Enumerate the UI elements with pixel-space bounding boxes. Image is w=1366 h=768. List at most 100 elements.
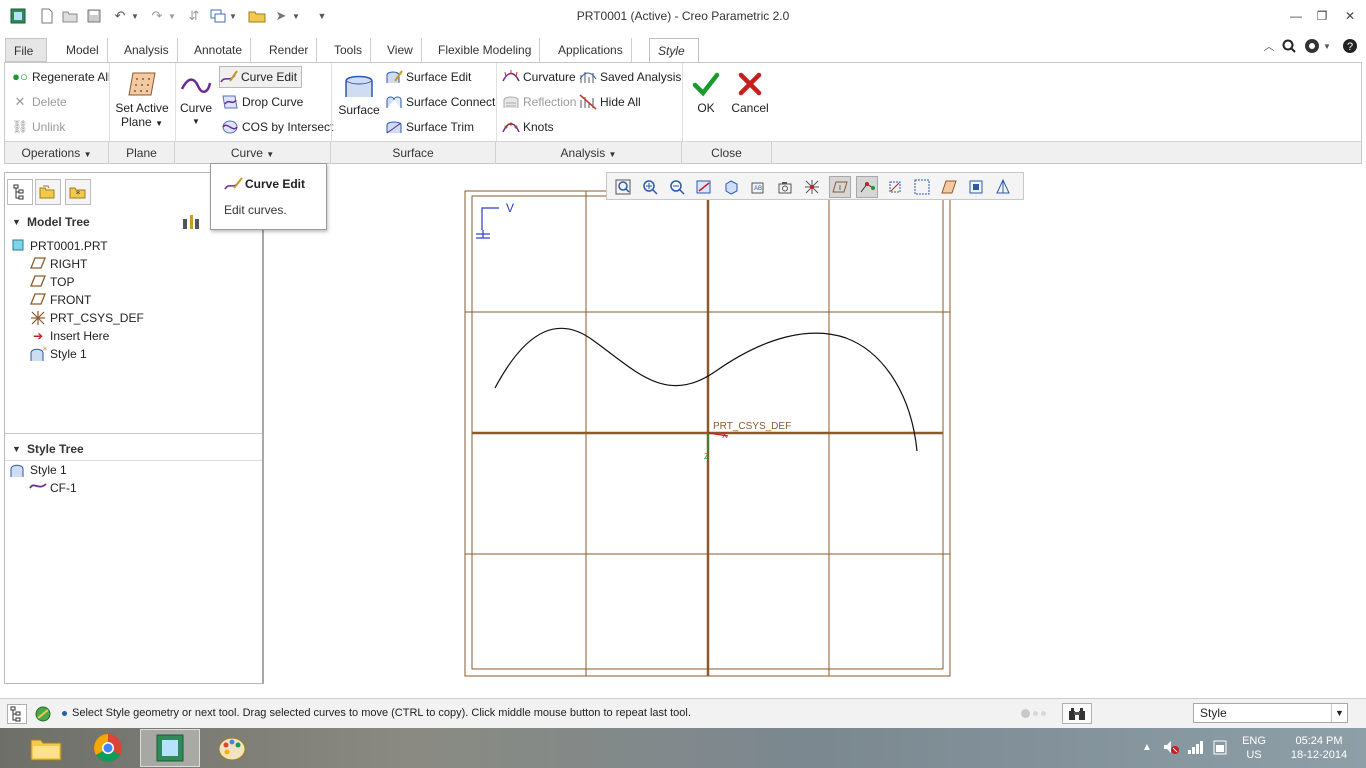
spin-center-icon[interactable]: [965, 176, 987, 198]
saved-analysis-button[interactable]: Saved Analysis: [579, 66, 681, 88]
zoom-in-icon[interactable]: [639, 176, 661, 198]
zoom-out-icon[interactable]: [666, 176, 688, 198]
refit-icon[interactable]: [612, 176, 634, 198]
ok-button[interactable]: OK: [688, 71, 724, 115]
style-tree-header[interactable]: ▼ Style Tree: [5, 438, 262, 460]
show-hidden-icons[interactable]: ▲: [1142, 741, 1152, 755]
set-active-plane-button[interactable]: Set Active Plane ▼: [113, 71, 171, 131]
minimize-ribbon-icon[interactable]: ︿: [1259, 36, 1279, 56]
plane-display-icon[interactable]: I: [829, 176, 851, 198]
tree-item-part[interactable]: PRT0001.PRT: [9, 237, 108, 255]
active-plane-icon: [128, 72, 156, 96]
tab-tools[interactable]: Tools: [326, 38, 372, 62]
annotation-display-icon[interactable]: [938, 176, 960, 198]
tree-settings-icon[interactable]: [181, 213, 203, 234]
show-browser-icon[interactable]: [32, 704, 54, 724]
perspective-view-icon[interactable]: [992, 176, 1014, 198]
curvature-button[interactable]: Curvature: [502, 66, 576, 88]
cos-by-intersect-button[interactable]: COS by Intersect: [221, 116, 333, 138]
tree-item-insert-here[interactable]: ➔ Insert Here: [29, 327, 109, 345]
surface-edit-button[interactable]: Surface Edit: [385, 66, 471, 88]
find-icon[interactable]: [1062, 703, 1092, 724]
status-bar: Select Style geometry or next tool. Drag…: [0, 698, 1366, 728]
folder-browser-tab[interactable]: [35, 179, 61, 205]
search-icon[interactable]: [1279, 36, 1299, 56]
svg-text:*: *: [43, 346, 47, 356]
network-icon[interactable]: [1187, 739, 1205, 759]
curve-button[interactable]: Curve ▼: [179, 75, 213, 129]
tab-annotate[interactable]: Annotate: [186, 38, 252, 62]
tree-item-front[interactable]: FRONT: [29, 291, 91, 309]
tab-applications[interactable]: Applications: [550, 38, 632, 62]
surface-button[interactable]: Surface: [337, 71, 381, 117]
surface-group-label: Surface: [331, 142, 496, 164]
tab-file[interactable]: File ▾: [5, 38, 47, 81]
display-style-icon[interactable]: [720, 176, 742, 198]
operations-group-label[interactable]: Operations ▼: [5, 142, 109, 164]
creo-taskbar-icon[interactable]: [140, 729, 200, 767]
svg-text:I: I: [839, 185, 841, 192]
close-group-label: Close: [682, 142, 772, 164]
input-language[interactable]: ENG US: [1238, 734, 1270, 762]
delete-button[interactable]: ✕ Delete: [11, 91, 67, 113]
curve-edit-button[interactable]: Curve Edit: [219, 66, 303, 88]
unlink-button[interactable]: ⛓ Unlink: [11, 116, 66, 138]
surface-trim-button[interactable]: Surface Trim: [385, 116, 474, 138]
style-tree-item-cf-1[interactable]: CF-1: [29, 479, 77, 497]
clock[interactable]: 05:24 PM 18-12-2014: [1280, 734, 1358, 762]
battery-icon[interactable]: [1212, 739, 1228, 759]
tab-model[interactable]: Model: [58, 38, 108, 62]
regenerate-all-button[interactable]: ●○ Regenerate All: [11, 66, 111, 88]
collapse-icon[interactable]: ▼: [12, 438, 21, 460]
selection-filter-dropdown[interactable]: Style ▼: [1193, 703, 1348, 723]
style-tree-item-style-1[interactable]: Style 1: [9, 461, 67, 479]
tab-style[interactable]: Style: [649, 38, 699, 63]
unlink-icon: ⛓: [11, 119, 29, 134]
favorites-tab[interactable]: *: [65, 179, 91, 205]
help-center-icon[interactable]: [1302, 36, 1322, 56]
help-icon[interactable]: ?: [1340, 36, 1360, 56]
datum-display-icon[interactable]: [801, 176, 823, 198]
grid-display-icon[interactable]: [911, 176, 933, 198]
tree-item-csys[interactable]: PRT_CSYS_DEF: [29, 309, 144, 327]
chrome-icon[interactable]: [78, 729, 138, 767]
insert-arrow-icon: ➔: [32, 329, 44, 343]
close-window-button[interactable]: ✕: [1338, 6, 1362, 26]
drop-curve-button[interactable]: Drop Curve: [221, 91, 303, 113]
curve-group-label[interactable]: Curve ▼: [175, 142, 331, 164]
repaint-icon[interactable]: [693, 176, 715, 198]
knots-icon: [502, 119, 520, 135]
restore-button[interactable]: ❐: [1310, 6, 1334, 26]
analysis-group-label[interactable]: Analysis ▼: [496, 142, 682, 164]
reflection-button[interactable]: Reflection: [502, 91, 576, 113]
knots-button[interactable]: Knots: [502, 116, 554, 138]
view-manager-icon[interactable]: [774, 176, 796, 198]
tab-flexible-modeling[interactable]: Flexible Modeling: [430, 38, 541, 62]
show-navigator-icon[interactable]: [7, 704, 27, 724]
model-canvas[interactable]: V H PRT_CSYS_DEF Z X: [266, 166, 1362, 694]
point-display-icon[interactable]: [856, 176, 878, 198]
file-explorer-icon[interactable]: [16, 729, 76, 767]
graphics-window[interactable]: V H PRT_CSYS_DEF Z X: [266, 166, 1362, 694]
volume-muted-icon[interactable]: [1162, 739, 1180, 759]
csys-display-icon[interactable]: [884, 176, 906, 198]
datum-plane-icon: [29, 256, 47, 272]
help-dropdown-icon[interactable]: ▼: [1322, 36, 1332, 56]
tree-item-top[interactable]: TOP: [29, 273, 74, 291]
minimize-button[interactable]: —: [1284, 6, 1308, 26]
model-tree-tab[interactable]: [7, 179, 33, 205]
collapse-icon[interactable]: ▼: [12, 211, 21, 233]
tree-item-right[interactable]: RIGHT: [29, 255, 87, 273]
tab-analysis[interactable]: Analysis: [116, 38, 178, 62]
cancel-button[interactable]: Cancel: [727, 71, 773, 115]
chevron-down-icon[interactable]: ▼: [1331, 704, 1347, 722]
tree-item-style-1[interactable]: * Style 1: [29, 345, 87, 363]
surface-connect-button[interactable]: Surface Connect: [385, 91, 495, 113]
cos-intersect-icon: [221, 119, 239, 135]
paint-icon[interactable]: [202, 729, 262, 767]
saved-orientations-icon[interactable]: AB: [747, 176, 769, 198]
window-title: PRT0001 (Active) - Creo Parametric 2.0: [576, 9, 790, 23]
tab-view[interactable]: View: [379, 38, 422, 62]
tab-render[interactable]: Render: [261, 38, 318, 62]
hide-all-button[interactable]: Hide All: [579, 91, 641, 113]
